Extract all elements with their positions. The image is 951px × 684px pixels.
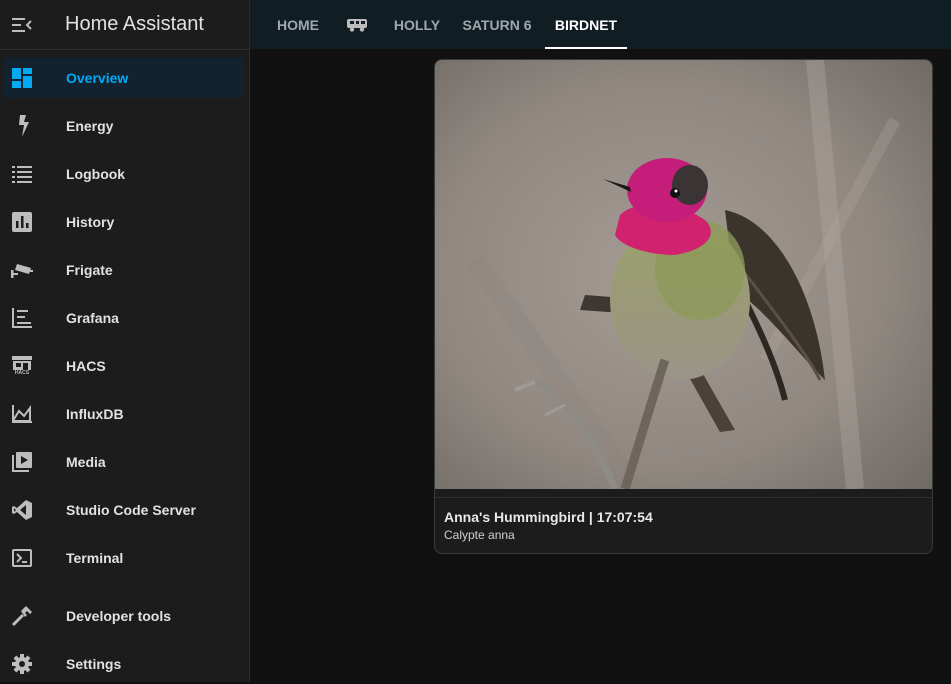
lightning-icon (4, 115, 40, 137)
sidebar-item-logbook[interactable]: Logbook (4, 154, 244, 194)
tab-holly[interactable]: HOLLY (386, 0, 448, 49)
sidebar-item-label: Logbook (66, 166, 126, 182)
sidebar-item-label: Media (66, 454, 106, 470)
overview-icon (4, 68, 40, 88)
gear-icon (4, 654, 40, 674)
top-tab-bar: HOME HOLLY SATURN 6 BIRDNET (250, 0, 951, 49)
hacs-icon-text: HACS (14, 370, 30, 376)
scientific-name: Calypte anna (444, 528, 515, 542)
app-title: Home Assistant (65, 13, 204, 35)
sidebar-item-label: Terminal (66, 550, 124, 566)
hammer-icon (4, 605, 40, 627)
tab-home[interactable]: HOME (266, 0, 330, 49)
sidebar-item-label: Studio Code Server (66, 502, 196, 518)
history-chart-icon (4, 212, 40, 232)
cctv-icon (4, 262, 40, 278)
sidebar-item-settings[interactable]: Settings (4, 644, 244, 684)
tab-saturn-6[interactable]: SATURN 6 (456, 0, 538, 49)
menu-collapse-icon (12, 17, 32, 32)
sidebar-header: Home Assistant (0, 0, 249, 50)
terminal-icon (4, 549, 40, 567)
detection-title: Anna's Hummingbird | 17:07:54 (444, 509, 653, 525)
sidebar-item-influxdb[interactable]: InfluxDB (4, 394, 244, 434)
sidebar-item-developer-tools[interactable]: Developer tools (4, 596, 244, 636)
sidebar-item-label: Energy (66, 118, 114, 134)
sidebar-item-label: HACS (66, 358, 106, 374)
card-divider (435, 497, 932, 498)
sidebar-item-energy[interactable]: Energy (4, 106, 244, 146)
vscode-icon (4, 500, 40, 520)
sidebar-item-label: Overview (66, 70, 129, 86)
rv-icon (347, 18, 367, 32)
tab-rv[interactable] (338, 0, 376, 49)
hacs-store-icon: HACS (4, 356, 40, 376)
sidebar-item-overview[interactable]: Overview (4, 58, 244, 98)
collapse-menu-button[interactable] (0, 3, 44, 47)
sidebar-item-media[interactable]: Media (4, 442, 244, 482)
sidebar-item-hacs[interactable]: HACS HACS (4, 346, 244, 386)
birdnet-card: Anna's Hummingbird | 17:07:54 Calypte an… (434, 59, 933, 554)
sidebar-item-grafana[interactable]: Grafana (4, 298, 244, 338)
logbook-icon (4, 165, 40, 183)
area-chart-icon (4, 405, 40, 423)
sidebar-item-label: Frigate (66, 262, 113, 278)
grafana-icon (4, 308, 40, 328)
sidebar-item-label: Grafana (66, 310, 119, 326)
sidebar: Home Assistant Overview Energy Logbook H… (0, 0, 250, 682)
media-play-icon (4, 452, 40, 472)
sidebar-item-label: Settings (66, 656, 122, 672)
sidebar-item-terminal[interactable]: Terminal (4, 538, 244, 578)
sidebar-item-label: History (66, 214, 115, 230)
tab-birdnet[interactable]: BIRDNET (545, 0, 627, 49)
sidebar-item-history[interactable]: History (4, 202, 244, 242)
sidebar-item-frigate[interactable]: Frigate (4, 250, 244, 290)
sidebar-item-label: InfluxDB (66, 406, 124, 422)
sidebar-item-label: Developer tools (66, 608, 172, 624)
sidebar-item-studio-code-server[interactable]: Studio Code Server (4, 490, 244, 530)
bird-photo (435, 60, 932, 489)
